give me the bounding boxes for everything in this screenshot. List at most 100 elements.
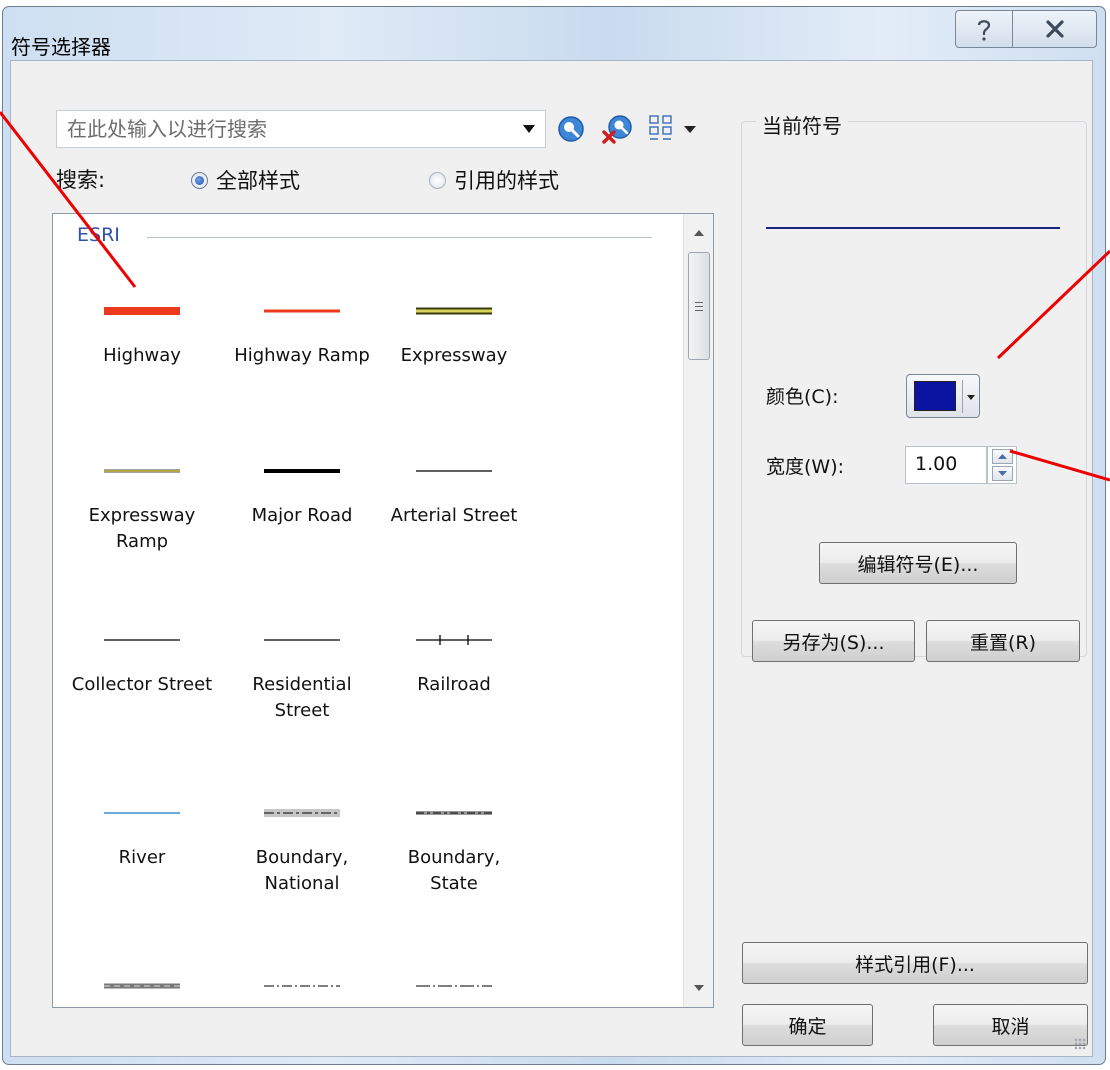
symbol-swatch bbox=[369, 798, 539, 828]
symbol-label: Highway bbox=[103, 345, 181, 366]
scroll-up-button[interactable] bbox=[684, 218, 713, 248]
symbol-swatch bbox=[57, 625, 227, 655]
line-symbol-graphic bbox=[104, 469, 180, 473]
scope-all-styles-label: 全部样式 bbox=[216, 169, 300, 193]
line-symbol-graphic bbox=[104, 812, 180, 814]
clear-search-icon[interactable] bbox=[601, 112, 635, 146]
line-symbol-graphic bbox=[416, 811, 492, 815]
symbol-item[interactable]: Boundary, State bbox=[369, 756, 539, 916]
symbol-item[interactable]: Major Road bbox=[217, 414, 387, 574]
symbol-label: Expressway Ramp bbox=[88, 505, 196, 552]
current-symbol-preview bbox=[766, 227, 1060, 229]
line-symbol-graphic bbox=[416, 470, 492, 472]
symbol-item[interactable]: Collector Street bbox=[57, 583, 227, 743]
group-divider bbox=[147, 237, 652, 238]
edit-symbol-button[interactable]: 编辑符号(E)... bbox=[819, 542, 1017, 584]
width-decrease-button[interactable] bbox=[992, 466, 1013, 481]
symbol-label: Expressway bbox=[400, 345, 508, 366]
line-symbol-graphic bbox=[104, 983, 180, 989]
symbol-swatch bbox=[369, 456, 539, 486]
group-header-esri: ESRI bbox=[77, 224, 120, 246]
symbol-item[interactable]: Expressway Ramp bbox=[57, 414, 227, 574]
close-button[interactable] bbox=[1013, 10, 1097, 48]
symbol-swatch bbox=[217, 798, 387, 828]
style-references-button[interactable]: 样式引用(F)... bbox=[742, 942, 1088, 984]
width-increase-button[interactable] bbox=[992, 449, 1013, 464]
symbol-item[interactable]: Residential Street bbox=[217, 583, 387, 743]
search-icon[interactable] bbox=[554, 112, 588, 146]
symbol-swatch bbox=[57, 296, 227, 326]
line-symbol-graphic bbox=[104, 639, 180, 641]
symbol-item[interactable]: River bbox=[57, 756, 227, 916]
scope-referenced-styles-label: 引用的样式 bbox=[454, 169, 559, 193]
line-symbol-graphic bbox=[104, 307, 180, 315]
symbol-label: Boundary, State bbox=[407, 847, 501, 894]
radio-selected-icon bbox=[191, 171, 208, 189]
line-symbol-graphic bbox=[416, 635, 492, 645]
grip-icon bbox=[695, 301, 703, 311]
symbol-swatch bbox=[369, 296, 539, 326]
symbol-swatch bbox=[217, 625, 387, 655]
reset-button[interactable]: 重置(R) bbox=[926, 620, 1080, 662]
scroll-thumb[interactable] bbox=[688, 252, 710, 360]
symbol-swatch bbox=[57, 798, 227, 828]
help-icon bbox=[977, 20, 991, 41]
line-symbol-graphic bbox=[264, 469, 340, 473]
scope-referenced-styles-radio[interactable]: 引用的样式 bbox=[429, 165, 559, 195]
chevron-down-icon bbox=[967, 395, 975, 400]
symbol-label: Arterial Street bbox=[390, 505, 518, 526]
color-swatch bbox=[914, 381, 956, 411]
symbol-swatch bbox=[57, 971, 227, 1001]
line-symbol-graphic bbox=[416, 307, 492, 315]
color-picker-button[interactable] bbox=[906, 374, 980, 418]
scroll-down-button[interactable] bbox=[684, 973, 713, 1003]
scroll-down-arrow-icon bbox=[693, 985, 704, 991]
symbol-selector-window: 符号选择器 在此处输入以进行搜索 搜索: 全部样式 引用的样式 ESRI Hig… bbox=[2, 6, 1106, 1065]
symbol-list-scrollbar[interactable] bbox=[683, 214, 713, 1007]
resize-grip[interactable] bbox=[1074, 1038, 1086, 1050]
cancel-button[interactable]: 取消 bbox=[933, 1004, 1088, 1046]
symbol-item[interactable]: Highway bbox=[57, 254, 227, 414]
symbol-list[interactable]: ESRI Highway Highway Ramp Expressway Expres… bbox=[52, 213, 714, 1008]
symbol-item[interactable]: Boundary, National bbox=[217, 756, 387, 916]
line-symbol-graphic bbox=[416, 985, 492, 987]
symbol-swatch bbox=[57, 456, 227, 486]
symbol-swatch bbox=[217, 971, 387, 1001]
scope-all-styles-radio[interactable]: 全部样式 bbox=[191, 165, 300, 195]
radio-unselected-icon bbox=[429, 171, 446, 189]
width-label: 宽度(W): bbox=[766, 456, 845, 478]
width-spinner[interactable] bbox=[987, 446, 1017, 484]
width-input[interactable]: 1.00 bbox=[905, 446, 987, 484]
symbol-item[interactable] bbox=[369, 929, 539, 1007]
symbol-item[interactable]: Highway Ramp bbox=[217, 254, 387, 414]
window-title: 符号选择器 bbox=[11, 35, 111, 59]
line-symbol-graphic bbox=[264, 809, 340, 817]
symbol-swatch bbox=[217, 456, 387, 486]
symbol-label: Railroad bbox=[417, 674, 491, 695]
dialog-body: 搜索: 全部样式 引用的样式 ESRI HighwayHighway RampE… bbox=[10, 60, 1093, 1057]
line-symbol-graphic bbox=[264, 639, 340, 641]
save-as-button[interactable]: 另存为(S)... bbox=[752, 620, 915, 662]
symbol-label: Collector Street bbox=[71, 674, 213, 695]
ok-button[interactable]: 确定 bbox=[742, 1004, 873, 1046]
chevron-up-icon bbox=[998, 454, 1007, 459]
color-picker-divider bbox=[962, 380, 963, 413]
symbol-item[interactable] bbox=[217, 929, 387, 1007]
current-symbol-title: 当前符号 bbox=[756, 110, 848, 139]
chevron-down-icon[interactable] bbox=[523, 125, 535, 133]
symbol-item[interactable] bbox=[57, 929, 227, 1007]
line-symbol-graphic bbox=[264, 309, 340, 313]
symbol-item[interactable]: Arterial Street bbox=[369, 414, 539, 574]
help-button[interactable] bbox=[955, 10, 1013, 48]
line-symbol-graphic bbox=[264, 985, 340, 987]
search-input[interactable] bbox=[57, 111, 497, 147]
view-options-icon[interactable] bbox=[647, 112, 699, 146]
search-combobox[interactable] bbox=[56, 110, 546, 148]
symbol-label: River bbox=[118, 847, 166, 868]
chevron-down-icon bbox=[998, 471, 1007, 476]
symbol-swatch bbox=[369, 625, 539, 655]
symbol-item[interactable]: Expressway bbox=[369, 254, 539, 414]
search-scope-label: 搜索: bbox=[56, 168, 106, 192]
color-label: 颜色(C): bbox=[766, 386, 839, 408]
symbol-item[interactable]: Railroad bbox=[369, 583, 539, 743]
